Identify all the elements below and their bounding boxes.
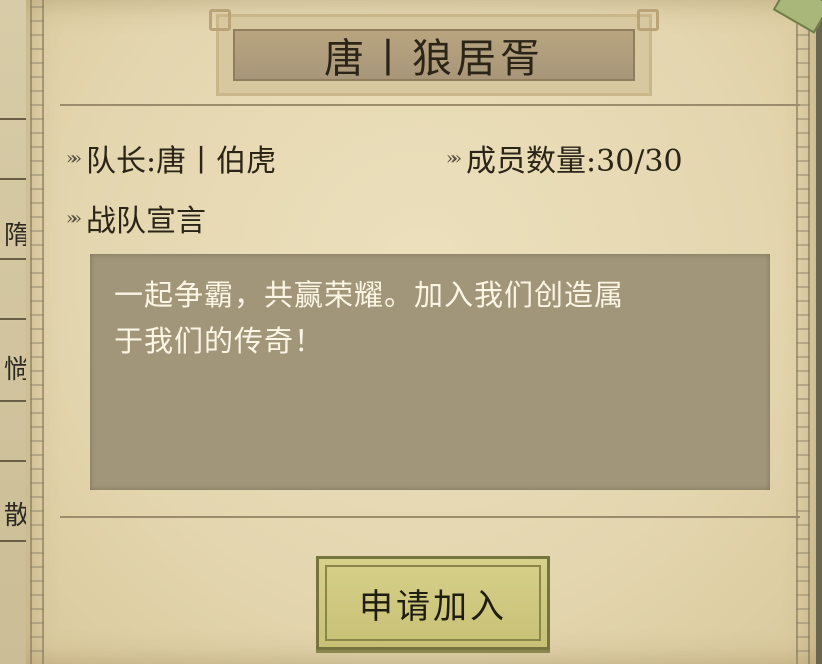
double-chevron-icon: »» [66, 147, 82, 169]
bottom-divider [60, 516, 800, 518]
manifesto-box: 一起争霸，共赢荣耀。加入我们创造属 于我们的传奇！ [90, 254, 770, 490]
apply-join-button[interactable]: 申请加入 [316, 556, 550, 650]
manifesto-line: 于我们的传奇！ [114, 324, 325, 358]
knot-ornament-icon [637, 9, 659, 31]
captain-label: 队长:唐丨伯虎 [86, 144, 277, 179]
apply-join-label: 申请加入 [359, 586, 507, 627]
knot-ornament-icon [209, 9, 231, 31]
team-name-plate: 唐丨狼居胥 [209, 9, 659, 96]
team-name: 唐丨狼居胥 [324, 36, 544, 82]
double-chevron-icon: »» [446, 147, 462, 169]
manifesto-line: 一起争霸，共赢荣耀。加入我们创造属 [114, 278, 625, 312]
top-divider [60, 104, 800, 106]
team-name-inner: 唐丨狼居胥 [233, 29, 635, 82]
double-chevron-icon: »» [66, 207, 82, 229]
members-label: 成员数量:30/30 [466, 144, 683, 179]
fret-border-right [796, 0, 810, 664]
captain-row: »» 队长:唐丨伯虎 [66, 136, 276, 180]
manifesto-heading-row: »» 战队宣言 [66, 196, 206, 240]
manifesto-text: 一起争霸，共赢荣耀。加入我们创造属 于我们的传奇！ [114, 272, 744, 364]
team-info-panel: 唐丨狼居胥 »» 队长:唐丨伯虎 »» 成员数量:30/30 »» 战队宣言 一… [26, 0, 822, 664]
fret-border-left [30, 0, 44, 664]
members-row: »» 成员数量:30/30 [446, 136, 683, 180]
manifesto-heading: 战队宣言 [86, 204, 207, 239]
